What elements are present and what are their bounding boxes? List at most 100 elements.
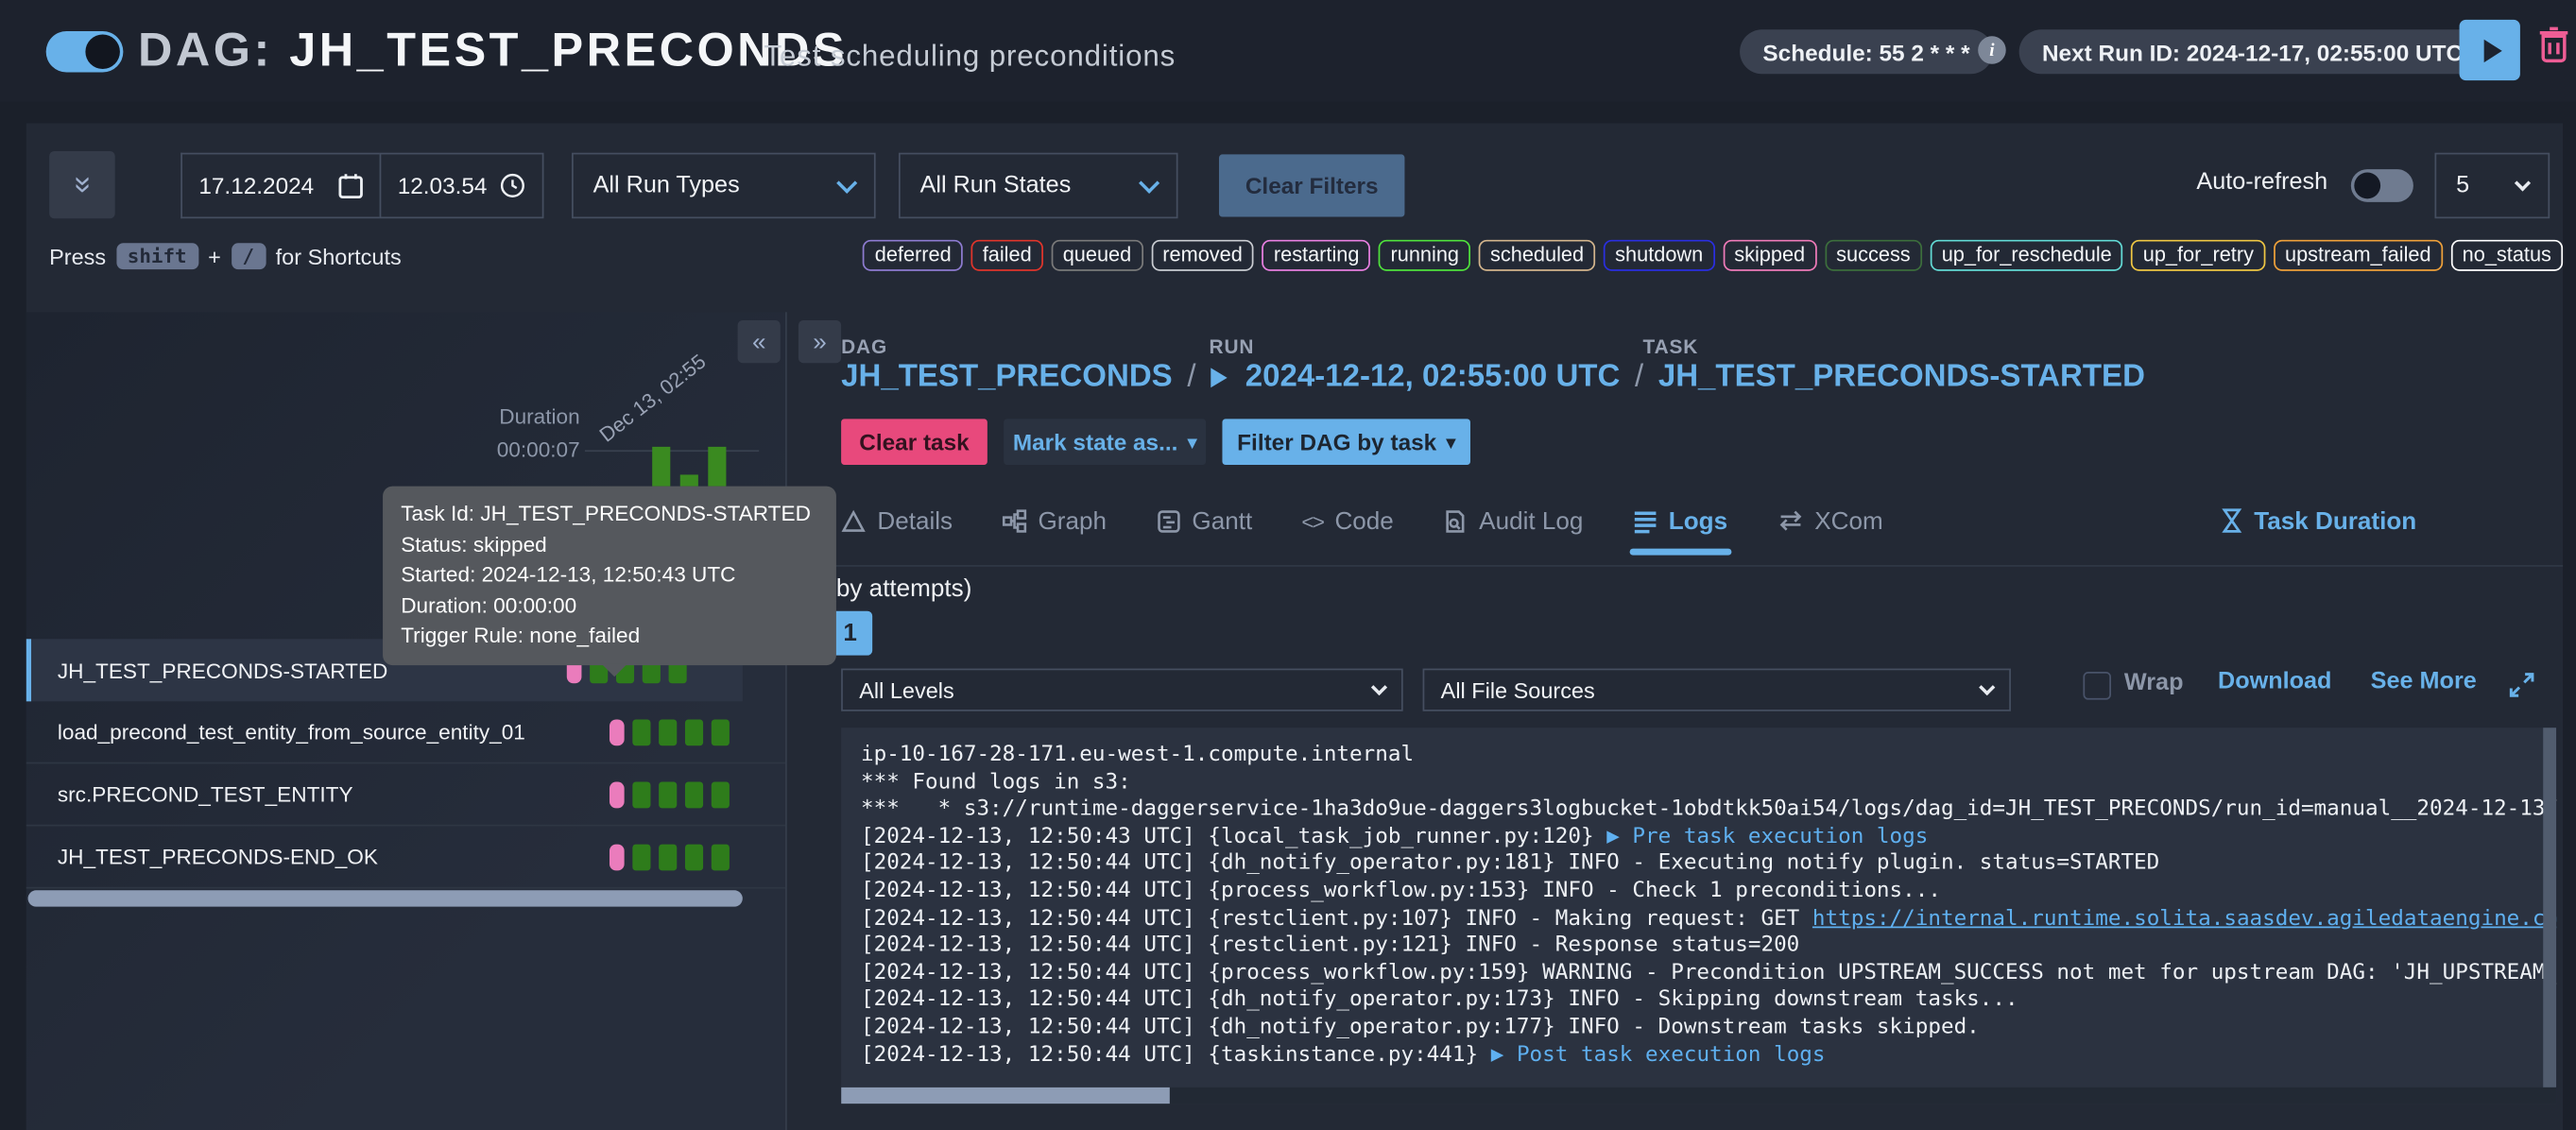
shortcuts-press-text: Press [49, 244, 106, 268]
breadcrumb-run-value[interactable]: 2024-12-12, 02:55:00 UTC [1245, 360, 1621, 396]
status-badge-success[interactable]: success [1825, 240, 1922, 271]
tab-details[interactable]: Details [841, 501, 953, 540]
dag-subtitle: Test scheduling preconditions [764, 40, 1176, 75]
filter-dag-by-task-label: Filter DAG by task [1237, 429, 1436, 455]
status-badge-scheduled[interactable]: scheduled [1479, 240, 1595, 271]
status-badge-failed[interactable]: failed [971, 240, 1043, 271]
tooltip-status: Status: skipped [401, 530, 818, 560]
tab-graph[interactable]: Graph [1002, 501, 1107, 540]
tooltip-duration: Duration: 00:00:00 [401, 591, 818, 621]
run-status-square-green[interactable] [685, 782, 703, 809]
duration-bar[interactable] [680, 474, 698, 486]
clear-filters-button[interactable]: Clear Filters [1219, 154, 1404, 216]
time-filter-input[interactable]: 12.03.54 [380, 153, 544, 219]
tab-label: Task Duration [2254, 506, 2416, 535]
status-badge-restarting[interactable]: restarting [1262, 240, 1371, 271]
tab-logs[interactable]: Logs [1633, 501, 1728, 540]
run-status-square-pink[interactable] [610, 782, 625, 809]
duration-bar[interactable] [708, 447, 726, 487]
status-badge-up_for_reschedule[interactable]: up_for_reschedule [1931, 240, 2123, 271]
task-name: JH_TEST_PRECONDS-STARTED [58, 658, 388, 682]
run-status-square-green[interactable] [659, 845, 677, 871]
log-horizontal-scrollbar-thumb[interactable] [841, 1087, 1170, 1104]
run-status-square-green[interactable] [712, 845, 730, 871]
date-filter-input[interactable]: 17.12.2024 [180, 153, 379, 219]
run-status-square-green[interactable] [712, 782, 730, 809]
refresh-interval-select[interactable]: 5 [2434, 153, 2550, 219]
status-badge-no_status[interactable]: no_status [2450, 240, 2563, 271]
run-status-square-green[interactable] [659, 719, 677, 745]
task-row[interactable]: load_precond_test_entity_from_source_ent… [26, 701, 785, 763]
tab-xcom[interactable]: XCom [1777, 501, 1882, 540]
grid-horizontal-scrollbar[interactable] [28, 890, 743, 906]
trigger-dag-button[interactable] [2460, 20, 2520, 80]
status-badge-queued[interactable]: queued [1052, 240, 1143, 271]
app-logo-icon[interactable] [46, 31, 124, 72]
wrap-checkbox[interactable] [2083, 672, 2111, 700]
breadcrumb-run-label: RUN [1210, 335, 1255, 358]
detail-tabs: Details Graph Gantt <> Code Audit Log [841, 501, 1883, 540]
auto-refresh-label: Auto-refresh [2196, 169, 2327, 196]
tab-gantt[interactable]: Gantt [1156, 501, 1252, 540]
calendar-icon [338, 173, 363, 199]
info-icon[interactable]: i [1978, 36, 2006, 64]
log-levels-select[interactable]: All Levels [841, 669, 1403, 711]
code-icon: <> [1301, 508, 1323, 533]
grid-page-left-button[interactable]: « [738, 320, 781, 363]
tab-code[interactable]: <> Code [1301, 501, 1393, 540]
tabs-divider [787, 565, 2563, 567]
chevrons-left-icon: « [752, 328, 766, 356]
run-status-square-green[interactable] [632, 719, 650, 745]
status-badge-upstream_failed[interactable]: upstream_failed [2274, 240, 2443, 271]
see-more-button[interactable]: See More [2371, 669, 2477, 695]
run-types-select[interactable]: All Run Types [572, 153, 876, 219]
task-row[interactable]: src.PRECOND_TEST_ENTITY [26, 763, 785, 826]
log-horizontal-scrollbar-track[interactable] [841, 1087, 2556, 1104]
run-status-square-green[interactable] [685, 845, 703, 871]
tab-label: Details [877, 506, 953, 535]
file-sources-select[interactable]: All File Sources [1423, 669, 2011, 711]
delete-dag-icon[interactable] [2538, 26, 2569, 64]
tab-label: Audit Log [1479, 506, 1583, 535]
log-line: [2024-12-13, 12:50:44 UTC] {restclient.p… [861, 933, 2536, 961]
run-status-square-green[interactable] [632, 782, 650, 809]
details-icon [841, 508, 866, 533]
clear-task-button[interactable]: Clear task [841, 419, 987, 465]
tab-audit-log[interactable]: Audit Log [1443, 501, 1583, 540]
task-name: src.PRECOND_TEST_ENTITY [58, 782, 353, 807]
download-logs-button[interactable]: Download [2218, 669, 2331, 695]
log-line: [2024-12-13, 12:50:44 UTC] {dh_notify_op… [861, 987, 2536, 1015]
status-badge-skipped[interactable]: skipped [1723, 240, 1816, 271]
shortcuts-suffix-text: for Shortcuts [276, 244, 402, 268]
tab-task-duration[interactable]: Task Duration [2221, 501, 2416, 540]
run-status-square-green[interactable] [659, 782, 677, 809]
auto-refresh-toggle[interactable] [2351, 169, 2413, 202]
collapse-filters-button[interactable]: » [49, 151, 115, 218]
log-vertical-scrollbar[interactable] [2543, 728, 2556, 1087]
task-row[interactable]: JH_TEST_PRECONDS-END_OK [26, 826, 785, 888]
app-header: DAG: JH_TEST_PRECONDS Test scheduling pr… [0, 0, 2576, 102]
fullscreen-icon[interactable] [2509, 672, 2535, 698]
mark-state-as-button[interactable]: Mark state as... ▾ [1004, 419, 1206, 465]
log-line: [2024-12-13, 12:50:44 UTC] {dh_notify_op… [861, 851, 2536, 879]
run-status-square-pink[interactable] [610, 719, 625, 745]
run-status-square-green[interactable] [685, 719, 703, 745]
run-types-value: All Run Types [593, 173, 740, 199]
breadcrumb-task-value[interactable]: JH_TEST_PRECONDS-STARTED [1658, 360, 2145, 396]
graph-icon [1002, 508, 1026, 533]
status-badge-deferred[interactable]: deferred [864, 240, 963, 271]
duration-bar[interactable] [652, 447, 670, 487]
breadcrumb-dag-value[interactable]: JH_TEST_PRECONDS [841, 360, 1173, 396]
run-states-select[interactable]: All Run States [899, 153, 1178, 219]
filter-dag-by-task-button[interactable]: Filter DAG by task ▾ [1222, 419, 1470, 465]
status-badge-up_for_retry[interactable]: up_for_retry [2132, 240, 2266, 271]
grid-page-right-button[interactable]: » [799, 320, 841, 363]
file-sources-value: All File Sources [1441, 677, 1595, 702]
log-viewer: ip-10-167-28-171.eu-west-1.compute.inter… [841, 728, 2556, 1104]
run-status-square-green[interactable] [632, 845, 650, 871]
status-badge-running[interactable]: running [1379, 240, 1470, 271]
status-badge-shutdown[interactable]: shutdown [1604, 240, 1714, 271]
status-badge-removed[interactable]: removed [1151, 240, 1254, 271]
run-status-square-green[interactable] [712, 719, 730, 745]
run-status-square-pink[interactable] [610, 845, 625, 871]
